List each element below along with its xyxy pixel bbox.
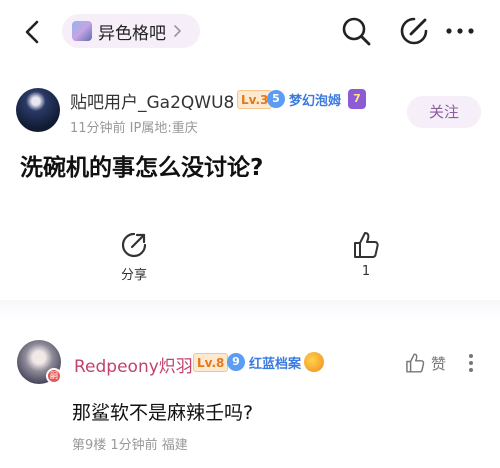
- forum-avatar: [72, 21, 92, 41]
- back-icon[interactable]: [18, 17, 48, 47]
- post-title: 洗碗机的事怎么没讨论?: [20, 155, 264, 181]
- chevron-right-icon: [174, 25, 181, 37]
- follow-button[interactable]: 关注: [407, 96, 481, 128]
- thumbs-up-icon: [354, 232, 379, 258]
- search-icon[interactable]: [340, 15, 372, 47]
- section-divider: [0, 300, 500, 320]
- post-meta: 11分钟前 IP属地:重庆: [70, 121, 198, 136]
- avatar-badge: 嗣: [46, 368, 62, 384]
- reply-level-badge: Lv.8: [193, 353, 229, 372]
- reply-like-button[interactable]: 赞: [404, 352, 446, 374]
- top-bar: 异色格吧: [0, 0, 500, 64]
- author-avatar[interactable]: [16, 88, 60, 132]
- forum-chip[interactable]: 异色格吧: [62, 14, 200, 48]
- honor-badge[interactable]: 5 梦幻泡姆: [267, 89, 341, 109]
- honor-title: 梦幻泡姆: [289, 93, 342, 109]
- forum-name: 异色格吧: [98, 23, 166, 44]
- edit-icon[interactable]: [398, 15, 430, 47]
- reply-honor-title: 红蓝档案: [249, 356, 302, 372]
- reply-honor-badge[interactable]: 9 红蓝档案: [227, 352, 301, 372]
- reply-author[interactable]: Redpeony炽羽: [74, 352, 193, 377]
- author-name[interactable]: 贴吧用户_Ga2QWU8: [70, 88, 234, 113]
- cert-badge: 7: [348, 89, 366, 109]
- share-label: 分享: [120, 268, 147, 283]
- vertical-more-icon[interactable]: [466, 352, 476, 374]
- like-button[interactable]: 1: [336, 230, 396, 279]
- thumbs-up-icon: [406, 353, 425, 373]
- reply-meta: 第9楼 1分钟前 福建: [72, 438, 188, 453]
- like-count: 1: [361, 264, 371, 279]
- reply-honor-number: 9: [227, 353, 245, 371]
- more-icon[interactable]: [444, 18, 476, 44]
- honor-number: 5: [267, 90, 285, 108]
- reply-like-label: 赞: [431, 354, 447, 373]
- share-icon: [121, 232, 147, 258]
- share-button[interactable]: 分享: [104, 230, 164, 283]
- reply-content: 那鲨软不是麻辣壬吗?: [72, 402, 254, 424]
- emoji-badge: [304, 352, 324, 372]
